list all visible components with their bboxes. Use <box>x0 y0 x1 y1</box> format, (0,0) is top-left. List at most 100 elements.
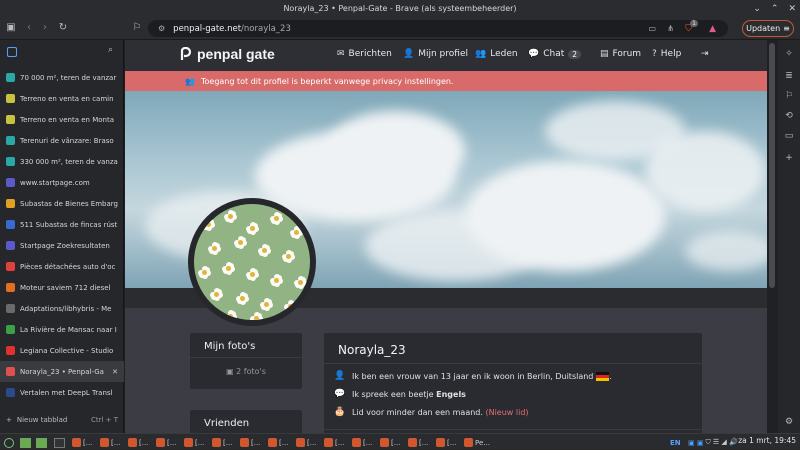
sidebar-toggle-icon[interactable]: ▣ <box>4 21 18 35</box>
terminal-icon[interactable] <box>54 436 65 449</box>
tab-item[interactable]: La Rivière de Mansac naar I <box>0 319 124 340</box>
minimize-icon[interactable]: ⌄ <box>753 4 761 14</box>
tab-item[interactable]: Terreno en venta en camin <box>0 88 124 109</box>
tab-item[interactable]: Moteur saviem 712 diesel <box>0 277 124 298</box>
clock[interactable]: za 1 mrt, 19:45 <box>738 436 796 445</box>
vertical-tabs-sidebar: ⌕ 70 000 m², teren de vanzar Terreno en v… <box>0 40 124 433</box>
tab-item[interactable]: Terreno en venta en Monta <box>0 109 124 130</box>
taskbar-window-button[interactable]: [... <box>268 436 288 449</box>
nav-forum[interactable]: ▤ Forum <box>600 49 641 59</box>
comment-icon: ▤ <box>600 49 609 59</box>
bookmark-icon[interactable]: ⚐ <box>130 21 144 35</box>
profile-avatar[interactable] <box>194 204 310 320</box>
close-tab-icon[interactable]: ✕ <box>112 368 118 376</box>
window-controls: ⌄ ⌃ ✕ <box>753 0 796 17</box>
friends-title: Vrienden <box>204 418 250 429</box>
tab-item[interactable]: Vertalen met DeepL Transl <box>0 382 124 403</box>
restore-icon[interactable]: ⌃ <box>771 4 779 14</box>
taskbar-window-button[interactable]: Pe... <box>464 436 490 449</box>
taskbar-window-button[interactable]: [... <box>408 436 428 449</box>
scrollbar-track[interactable] <box>767 40 778 433</box>
tab-item[interactable]: Pièces détachées auto d'oc <box>0 256 124 277</box>
photos-title: Mijn foto's <box>204 341 256 352</box>
logo-text: penpal gate <box>197 46 275 62</box>
tab-item[interactable]: Startpage Zoekresultaten <box>0 235 124 256</box>
user-icon: 👤 <box>403 49 415 59</box>
nav-help[interactable]: ? Help <box>652 49 681 59</box>
flower-pattern-icon <box>246 268 259 281</box>
tab-item[interactable]: 70 000 m², teren de vanzar <box>0 67 124 88</box>
brave-rewards-icon[interactable]: ▲ <box>709 24 716 34</box>
close-icon[interactable]: ✕ <box>788 4 796 14</box>
flower-pattern-icon <box>208 242 221 255</box>
start-menu-icon[interactable] <box>4 436 14 449</box>
window-label: [... <box>111 438 121 447</box>
nav-berichten[interactable]: ✉ Berichten <box>337 49 392 59</box>
scrollbar-thumb[interactable] <box>769 43 775 288</box>
reading-list-icon[interactable]: ≣ <box>783 70 795 82</box>
ai-assistant-icon[interactable]: ✧ <box>783 48 795 60</box>
folder-icon[interactable] <box>36 436 47 449</box>
nav-profiel[interactable]: 👤 Mijn profiel <box>403 49 468 59</box>
files-icon[interactable] <box>20 436 31 449</box>
logout-link[interactable]: ⇥ <box>701 49 709 59</box>
taskbar-window-button[interactable]: [... <box>240 436 260 449</box>
taskbar-window-button[interactable]: [... <box>100 436 120 449</box>
photos-count[interactable]: ▣ 2 foto's <box>190 367 302 376</box>
window-label: [... <box>139 438 149 447</box>
window-app-icon <box>100 438 109 447</box>
tab-item[interactable]: Terenuri de vânzare: Braso <box>0 130 124 151</box>
nav-leden[interactable]: 👥 Leden <box>475 49 518 59</box>
taskbar-window-button[interactable]: [... <box>324 436 344 449</box>
taskbar-window-button[interactable]: [... <box>184 436 204 449</box>
window-label: [... <box>335 438 345 447</box>
address-bar[interactable]: ⚙ penpal-gate.net/norayla_23 ▭ ⋔ ⛉ 1 ▲ <box>148 20 728 37</box>
tab-item[interactable]: Legiana Collective - Studio <box>0 340 124 361</box>
nav-forum-label: Forum <box>612 49 642 59</box>
site-logo[interactable]: penpal gate <box>179 46 275 62</box>
taskbar-window-button[interactable]: [... <box>352 436 372 449</box>
tab-label: Legiana Collective - Studio <box>20 346 114 355</box>
new-tab-button[interactable]: + Nieuw tabblad Ctrl + T <box>0 409 124 430</box>
cast-icon[interactable]: ▭ <box>648 24 656 33</box>
privacy-alert: 👥 Toegang tot dit profiel is beperkt van… <box>125 71 767 91</box>
taskbar-window-button[interactable]: [... <box>156 436 176 449</box>
settings-gear-icon[interactable]: ⚙ <box>783 416 795 428</box>
window-label: [... <box>223 438 233 447</box>
taskbar-window-button[interactable]: [... <box>128 436 148 449</box>
tab-favicon-icon <box>6 136 15 145</box>
keyboard-layout[interactable]: EN <box>670 436 681 449</box>
tab-item[interactable]: www.startpage.com <box>0 172 124 193</box>
tab-item[interactable]: 511 Subastas de fincas rúst <box>0 214 124 235</box>
reload-icon[interactable]: ↻ <box>56 21 70 35</box>
add-panel-icon[interactable]: + <box>783 152 795 164</box>
nav-chat[interactable]: 💬 Chat 2 <box>528 49 582 59</box>
sidebar-panel-icon[interactable] <box>7 47 17 57</box>
wallet-icon[interactable]: ▭ <box>783 130 795 142</box>
browser-toolbar: ▣ ‹ › ↻ ⚐ ⚙ penpal-gate.net/norayla_23 ▭… <box>0 17 800 40</box>
flower-pattern-icon <box>260 298 273 311</box>
bookmarks-icon[interactable]: ⚐ <box>783 90 795 102</box>
taskbar-window-button[interactable]: [... <box>436 436 456 449</box>
history-icon[interactable]: ⟲ <box>783 110 795 122</box>
tab-item[interactable]: Subastas de Bienes Embarg <box>0 193 124 214</box>
tab-item[interactable]: 330 000 m², teren de vanza <box>0 151 124 172</box>
taskbar-window-button[interactable]: [... <box>212 436 232 449</box>
tab-favicon-icon <box>6 157 15 166</box>
update-button[interactable]: Updaten ≡ <box>742 20 794 37</box>
profile-info-card: Norayla_23 👤 Ik ben een vrouw van 13 jaa… <box>324 333 702 433</box>
share-icon[interactable]: ⋔ <box>667 24 674 33</box>
tab-item[interactable]: Norayla_23 • Penpal-Ga ✕ <box>0 361 124 382</box>
taskbar-window-button[interactable]: [... <box>296 436 316 449</box>
tray-icons[interactable]: ▣ ▣ ⛉ ☰ ◢ 🔊 <box>688 436 738 449</box>
site-settings-icon[interactable]: ⚙ <box>158 24 165 33</box>
tab-item[interactable]: Adaptations/libhybris - Me <box>0 298 124 319</box>
os-taskbar: [... [... [... [... [... [... [... [... [... [...… <box>0 433 800 450</box>
back-icon[interactable]: ‹ <box>22 21 36 35</box>
forward-icon[interactable]: › <box>38 21 52 35</box>
taskbar-window-button[interactable]: [... <box>72 436 92 449</box>
tab-favicon-icon <box>6 115 15 124</box>
new-member-link[interactable]: (Nieuw lid) <box>485 408 528 417</box>
tab-search-icon[interactable]: ⌕ <box>108 45 113 55</box>
taskbar-window-button[interactable]: [... <box>380 436 400 449</box>
